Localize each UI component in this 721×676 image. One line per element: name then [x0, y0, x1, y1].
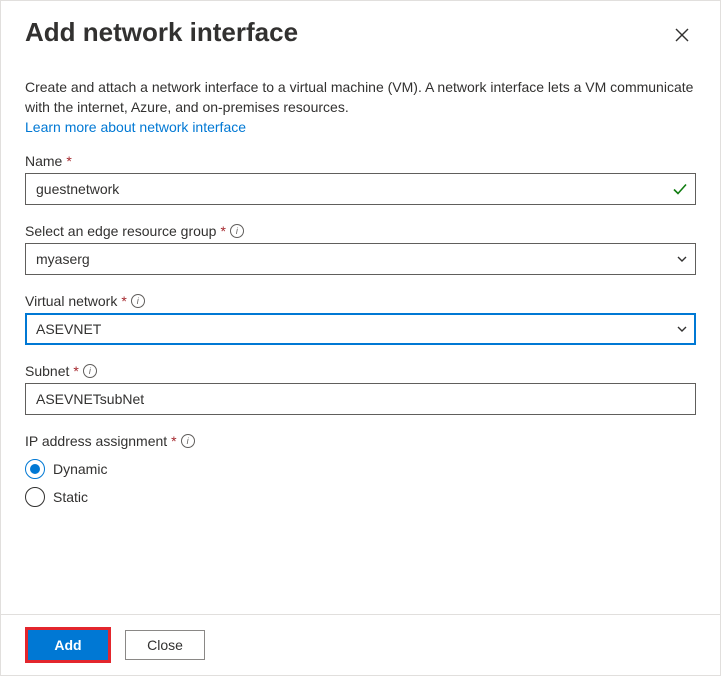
label-text: Name — [25, 153, 62, 169]
label-text: IP address assignment — [25, 433, 167, 449]
field-label-subnet: Subnet * i — [25, 363, 696, 379]
field-virtual-network: Virtual network * i ASEVNET — [25, 293, 696, 345]
field-label-virtual-network: Virtual network * i — [25, 293, 696, 309]
header: Add network interface — [1, 1, 720, 51]
learn-more-link[interactable]: Learn more about network interface — [25, 119, 246, 135]
radio-dynamic[interactable]: Dynamic — [25, 455, 696, 483]
name-input[interactable] — [25, 173, 696, 205]
radio-icon — [25, 487, 45, 507]
radio-label: Dynamic — [53, 461, 107, 477]
field-subnet: Subnet * i — [25, 363, 696, 415]
label-text: Virtual network — [25, 293, 117, 309]
resource-group-select[interactable]: myaserg — [25, 243, 696, 275]
required-mark: * — [73, 363, 78, 379]
radio-icon — [25, 459, 45, 479]
info-icon[interactable]: i — [131, 294, 145, 308]
add-network-interface-pane: Add network interface Create and attach … — [0, 0, 721, 676]
field-label-resource-group: Select an edge resource group * i — [25, 223, 696, 239]
field-ip-assignment: IP address assignment * i Dynamic Static — [25, 433, 696, 511]
subnet-input[interactable] — [25, 383, 696, 415]
add-button[interactable]: Add — [28, 630, 108, 660]
radio-static[interactable]: Static — [25, 483, 696, 511]
ip-assignment-radio-group: Dynamic Static — [25, 455, 696, 511]
close-icon[interactable] — [668, 21, 696, 49]
field-label-ip-assignment: IP address assignment * i — [25, 433, 696, 449]
info-icon[interactable]: i — [181, 434, 195, 448]
required-mark: * — [171, 433, 176, 449]
label-text: Select an edge resource group — [25, 223, 216, 239]
field-name: Name * — [25, 153, 696, 205]
close-button[interactable]: Close — [125, 630, 205, 660]
info-icon[interactable]: i — [230, 224, 244, 238]
footer: Add Close — [1, 614, 720, 675]
radio-label: Static — [53, 489, 88, 505]
label-text: Subnet — [25, 363, 69, 379]
field-label-name: Name * — [25, 153, 696, 169]
required-mark: * — [66, 153, 71, 169]
info-icon[interactable]: i — [83, 364, 97, 378]
highlight-box: Add — [25, 627, 111, 663]
description-text: Create and attach a network interface to… — [25, 77, 696, 117]
virtual-network-select[interactable]: ASEVNET — [25, 313, 696, 345]
field-resource-group: Select an edge resource group * i myaser… — [25, 223, 696, 275]
required-mark: * — [220, 223, 225, 239]
page-title: Add network interface — [25, 17, 298, 48]
required-mark: * — [121, 293, 126, 309]
form-body: Create and attach a network interface to… — [1, 51, 720, 614]
